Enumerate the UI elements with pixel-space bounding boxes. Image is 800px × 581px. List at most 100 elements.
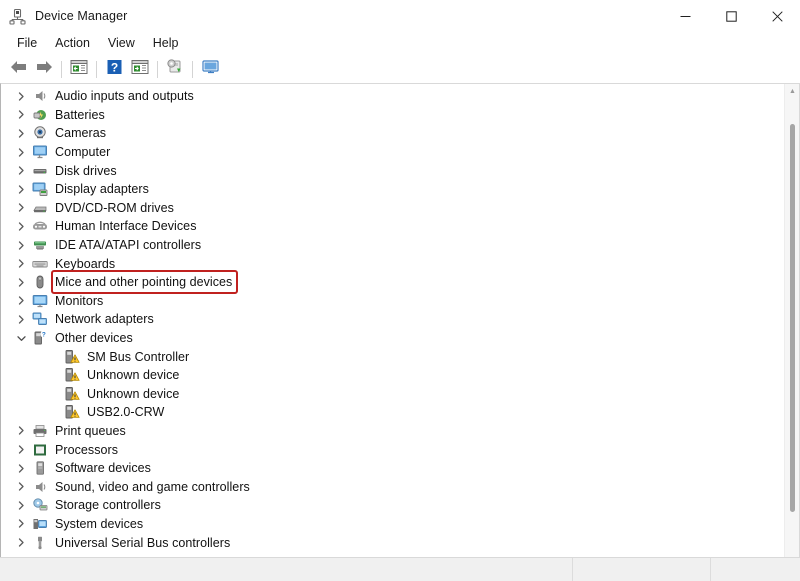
- chevron-right-icon[interactable]: [13, 292, 29, 310]
- tree-row-ide-ata-atapi-controllers[interactable]: IDE ATA/ATAPI controllers: [1, 236, 784, 255]
- tree-row-label: Disk drives: [55, 163, 117, 179]
- chevron-right-icon[interactable]: [13, 534, 29, 552]
- chevron-right-icon[interactable]: [13, 106, 29, 124]
- network-adapter-icon: [31, 311, 48, 328]
- toolbar-separator-1: [61, 61, 62, 78]
- window-title: Device Manager: [35, 9, 127, 23]
- tree-row-computer[interactable]: Computer: [1, 143, 784, 162]
- close-button[interactable]: [754, 0, 800, 32]
- chevron-right-icon[interactable]: [13, 217, 29, 235]
- tree-row-human-interface-devices[interactable]: Human Interface Devices: [1, 217, 784, 236]
- forward-button[interactable]: [31, 57, 57, 81]
- chevron-right-icon[interactable]: [13, 87, 29, 105]
- tree-row-label: Other devices: [55, 330, 133, 346]
- device-tree-pane: Audio inputs and outputs Batteries Camer…: [0, 83, 800, 557]
- chevron-right-icon[interactable]: [13, 310, 29, 328]
- software-device-icon: [31, 460, 48, 477]
- maximize-button[interactable]: [708, 0, 754, 32]
- update-driver-button[interactable]: [162, 57, 188, 81]
- tree-row-monitors[interactable]: Monitors: [1, 292, 784, 311]
- tree-row-system-devices[interactable]: System devices: [1, 515, 784, 534]
- chevron-down-icon[interactable]: [13, 329, 29, 347]
- properties-button[interactable]: [127, 57, 153, 81]
- tree-row-label: Print queues: [55, 423, 126, 439]
- tree-row-dvd-cd-rom-drives[interactable]: DVD/CD-ROM drives: [1, 199, 784, 218]
- vertical-scrollbar-thumb[interactable]: [790, 124, 795, 512]
- warning-device-icon: [63, 404, 80, 421]
- help-button[interactable]: ?: [101, 57, 127, 81]
- back-button[interactable]: [5, 57, 31, 81]
- monitor-icon: [31, 292, 48, 309]
- tree-row-processors[interactable]: Processors: [1, 440, 784, 459]
- window-controls: [662, 0, 800, 32]
- title-bar-left: Device Manager: [0, 8, 127, 25]
- menu-item-action[interactable]: Action: [46, 34, 99, 53]
- tree-row-label: Audio inputs and outputs: [55, 88, 194, 104]
- tree-row-display-adapters[interactable]: Display adapters: [1, 180, 784, 199]
- menu-item-help[interactable]: Help: [144, 34, 188, 53]
- toolbar-separator-4: [192, 61, 193, 78]
- tree-row-storage-controllers[interactable]: Storage controllers: [1, 496, 784, 515]
- menu-item-view[interactable]: View: [99, 34, 144, 53]
- tree-row-print-queues[interactable]: Print queues: [1, 422, 784, 441]
- tree-row-other-devices[interactable]: ? Other devices: [1, 329, 784, 348]
- show-hide-console-tree-button[interactable]: [66, 57, 92, 81]
- chevron-right-icon[interactable]: [13, 255, 29, 273]
- vertical-scrollbar[interactable]: ▲: [784, 84, 799, 557]
- tree-row-audio-inputs-and-outputs[interactable]: Audio inputs and outputs: [1, 87, 784, 106]
- tree-row-software-devices[interactable]: Software devices: [1, 459, 784, 478]
- status-bar-pane-1: [572, 558, 710, 581]
- chevron-right-icon[interactable]: [13, 124, 29, 142]
- chevron-right-icon[interactable]: [13, 199, 29, 217]
- tree-row-unknown-device-2[interactable]: Unknown device: [1, 385, 784, 404]
- disk-drive-icon: [31, 162, 48, 179]
- chevron-right-icon[interactable]: [13, 515, 29, 533]
- chevron-right-icon[interactable]: [13, 162, 29, 180]
- chevron-right-icon[interactable]: [13, 422, 29, 440]
- tree-row-label: Unknown device: [87, 386, 179, 402]
- chevron-right-icon[interactable]: [13, 441, 29, 459]
- warning-device-icon: [63, 348, 80, 365]
- tree-row-unknown-device-1[interactable]: Unknown device: [1, 366, 784, 385]
- chevron-right-icon[interactable]: [13, 236, 29, 254]
- storage-controller-icon: [31, 497, 48, 514]
- tree-row-keyboards[interactable]: Keyboards: [1, 254, 784, 273]
- unknown-device-icon: ?: [31, 330, 48, 347]
- hid-icon: [31, 218, 48, 235]
- tree-row-label: Computer: [55, 144, 110, 160]
- dvd-drive-icon: [31, 199, 48, 216]
- tree-row-batteries[interactable]: Batteries: [1, 106, 784, 125]
- chevron-right-icon[interactable]: [13, 143, 29, 161]
- tree-row-label: Universal Serial Bus controllers: [55, 535, 230, 551]
- speaker-icon: [31, 478, 48, 495]
- tree-row-label: USB2.0-CRW: [87, 404, 164, 420]
- keyboard-icon: [31, 255, 48, 272]
- chevron-right-icon[interactable]: [13, 180, 29, 198]
- tree-row-network-adapters[interactable]: Network adapters: [1, 310, 784, 329]
- tree-row-sm-bus-controller[interactable]: SM Bus Controller: [1, 347, 784, 366]
- scan-hardware-changes-button[interactable]: [197, 57, 223, 81]
- svg-text:?: ?: [110, 60, 117, 74]
- tree-row-sound-video-and-game-controllers[interactable]: Sound, video and game controllers: [1, 477, 784, 496]
- chevron-right-icon[interactable]: [13, 459, 29, 477]
- status-bar-message: [0, 558, 572, 581]
- scroll-up-arrow-icon[interactable]: ▲: [785, 86, 800, 96]
- tree-row-disk-drives[interactable]: Disk drives: [1, 161, 784, 180]
- tree-row-cameras[interactable]: Cameras: [1, 124, 784, 143]
- tree-row-universal-serial-bus-controllers[interactable]: Universal Serial Bus controllers: [1, 533, 784, 552]
- menu-item-file[interactable]: File: [8, 34, 46, 53]
- tree-row-label: DVD/CD-ROM drives: [55, 200, 174, 216]
- device-tree[interactable]: Audio inputs and outputs Batteries Camer…: [1, 84, 784, 557]
- warning-device-icon: [63, 385, 80, 402]
- toolbar: ?: [0, 55, 800, 83]
- minimize-button[interactable]: [662, 0, 708, 32]
- tree-row-mice-and-other-pointing-devices[interactable]: Mice and other pointing devices: [1, 273, 784, 292]
- tree-row-label: Mice and other pointing devices: [55, 274, 232, 290]
- update-driver-icon: [166, 59, 184, 80]
- chevron-right-icon[interactable]: [13, 273, 29, 291]
- tree-row-label: Human Interface Devices: [55, 218, 197, 234]
- usb-icon: [31, 534, 48, 551]
- chevron-right-icon[interactable]: [13, 496, 29, 514]
- chevron-right-icon[interactable]: [13, 478, 29, 496]
- tree-row-usb2-0-crw[interactable]: USB2.0-CRW: [1, 403, 784, 422]
